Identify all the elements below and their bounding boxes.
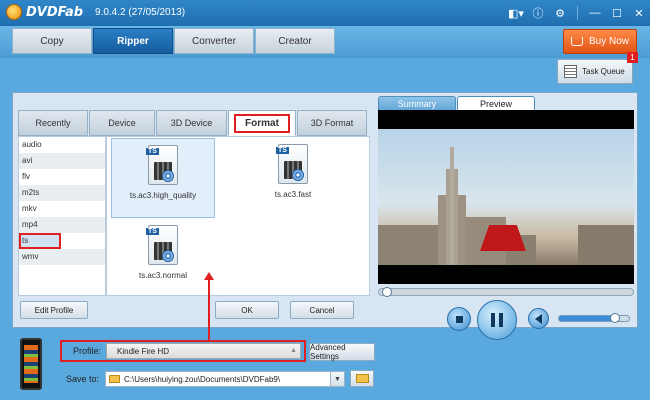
profile-grid: TS ts.ac3.high_quality TS ts.ac3.fast TS… (106, 136, 370, 296)
edit-profile-button[interactable]: Edit Profile (20, 301, 88, 319)
device-screen (24, 345, 38, 383)
minimize-icon[interactable]: — (584, 3, 606, 23)
pause-icon (491, 313, 495, 327)
task-bar: Task Queue (0, 58, 650, 88)
disc-icon (162, 170, 174, 182)
device-thumbnail (20, 338, 42, 390)
save-path-value: C:\Users\huiying.zou\Documents\DVDFab9\ (124, 374, 281, 384)
browse-folder-button[interactable] (350, 370, 374, 387)
stop-button[interactable] (447, 307, 471, 331)
building-spire (450, 147, 454, 265)
pause-icon (499, 313, 503, 327)
annotation-arrow-head (204, 272, 214, 280)
updown-icon: ▲ (290, 347, 297, 354)
profile-value: Kindle Fire HD (117, 346, 170, 356)
format-tabs: Recently Device 3D Device Format 3D Form… (18, 110, 368, 136)
title-bar: DVDFab 9.0.4.2 (27/05/2013) ◧▾ ⓘ ⚙ — ☐ ✕ (0, 0, 650, 26)
main-tab-bar: Copy Ripper Converter Creator Buy Now (0, 26, 650, 58)
task-count-badge: 1 (627, 52, 638, 63)
layout-menu-icon[interactable]: ◧▾ (505, 3, 527, 23)
pause-button[interactable] (477, 300, 517, 340)
tab-creator[interactable]: Creator (255, 28, 335, 54)
seek-knob[interactable] (382, 287, 392, 297)
path-dropdown-button[interactable]: ▼ (330, 371, 345, 387)
task-queue-button[interactable]: Task Queue (557, 59, 633, 84)
video-preview (378, 110, 634, 284)
settings-icon[interactable]: ⚙ (549, 3, 571, 23)
app-name: DVDFab (26, 5, 84, 20)
save-path-input[interactable]: C:\Users\huiying.zou\Documents\DVDFab9\ (105, 371, 345, 387)
preview-frame (378, 129, 634, 265)
tab-3d-device[interactable]: 3D Device (156, 110, 227, 136)
tab-format[interactable]: Format (228, 110, 296, 136)
task-queue-label: Task Queue (582, 67, 625, 76)
tab-summary[interactable]: Summary (378, 96, 456, 111)
annotation-arrow-line (208, 328, 210, 340)
volume-button[interactable] (528, 308, 549, 329)
folder-icon (109, 375, 120, 383)
file-tag: TS (276, 147, 289, 154)
preview-tabs: Summary Preview (378, 96, 536, 111)
file-tag: TS (146, 148, 159, 155)
volume-slider[interactable] (558, 313, 630, 323)
annotation-arrow-line (208, 278, 210, 328)
format-item-avi[interactable]: avi (19, 153, 105, 169)
format-item-m2ts[interactable]: m2ts (19, 185, 105, 201)
format-item-audio[interactable]: audio (19, 137, 105, 153)
ts-file-icon: TS (146, 225, 178, 265)
dvdfab-logo-icon (6, 4, 22, 20)
seek-bar[interactable] (378, 287, 634, 297)
volume-knob[interactable] (610, 313, 620, 323)
task-list-icon (564, 65, 577, 78)
divider (577, 6, 578, 20)
cart-icon (570, 37, 583, 46)
tab-preview[interactable]: Preview (457, 96, 535, 111)
profile-select[interactable]: Kindle Fire HD ▲ (106, 343, 301, 359)
info-icon[interactable]: ⓘ (527, 3, 549, 23)
close-icon[interactable]: ✕ (628, 3, 650, 23)
profile-label: ts.ac3.normal (138, 271, 188, 280)
profile-card-high-quality[interactable]: TS ts.ac3.high_quality (111, 138, 215, 218)
format-item-mkv[interactable]: mkv (19, 201, 105, 217)
profile-card-normal[interactable]: TS ts.ac3.normal (111, 219, 215, 299)
disc-icon (292, 169, 304, 181)
profile-label: ts.ac3.fast (274, 190, 312, 199)
format-item-mp4[interactable]: mp4 (19, 217, 105, 233)
tab-copy[interactable]: Copy (12, 28, 92, 54)
profile-card-fast[interactable]: TS ts.ac3.fast (241, 138, 345, 218)
format-item-ts[interactable]: ts (19, 233, 61, 249)
profile-label: ts.ac3.high_quality (129, 191, 197, 200)
building (578, 225, 634, 265)
app-version: 9.0.4.2 (27/05/2013) (95, 7, 186, 18)
ok-button[interactable]: OK (215, 301, 279, 319)
ts-file-icon: TS (276, 144, 308, 184)
tab-converter[interactable]: Converter (174, 28, 254, 54)
tab-ripper[interactable]: Ripper (93, 28, 173, 54)
tab-device[interactable]: Device (89, 110, 155, 136)
open-folder-icon (355, 374, 369, 383)
tab-format-label: Format (234, 113, 290, 133)
maximize-icon[interactable]: ☐ (606, 3, 628, 23)
building (378, 225, 438, 265)
advanced-settings-button[interactable]: Advanced Settings (309, 343, 375, 361)
cancel-button[interactable]: Cancel (290, 301, 354, 319)
disc-icon (162, 250, 174, 262)
profile-label: Profile: (73, 346, 102, 356)
save-to-label: Save to: (66, 374, 100, 384)
format-item-flv[interactable]: flv (19, 169, 105, 185)
stop-icon (455, 315, 463, 323)
speaker-icon (535, 313, 542, 324)
buy-now-button[interactable]: Buy Now (563, 29, 637, 54)
format-item-wmv[interactable]: wmv (19, 249, 105, 265)
tab-3d-format[interactable]: 3D Format (297, 110, 367, 136)
tab-recently[interactable]: Recently (18, 110, 88, 136)
format-list: audio avi flv m2ts mkv mp4 ts wmv (18, 136, 106, 296)
file-tag: TS (146, 228, 159, 235)
ts-file-icon: TS (146, 145, 178, 185)
buy-now-label: Buy Now (588, 36, 629, 47)
